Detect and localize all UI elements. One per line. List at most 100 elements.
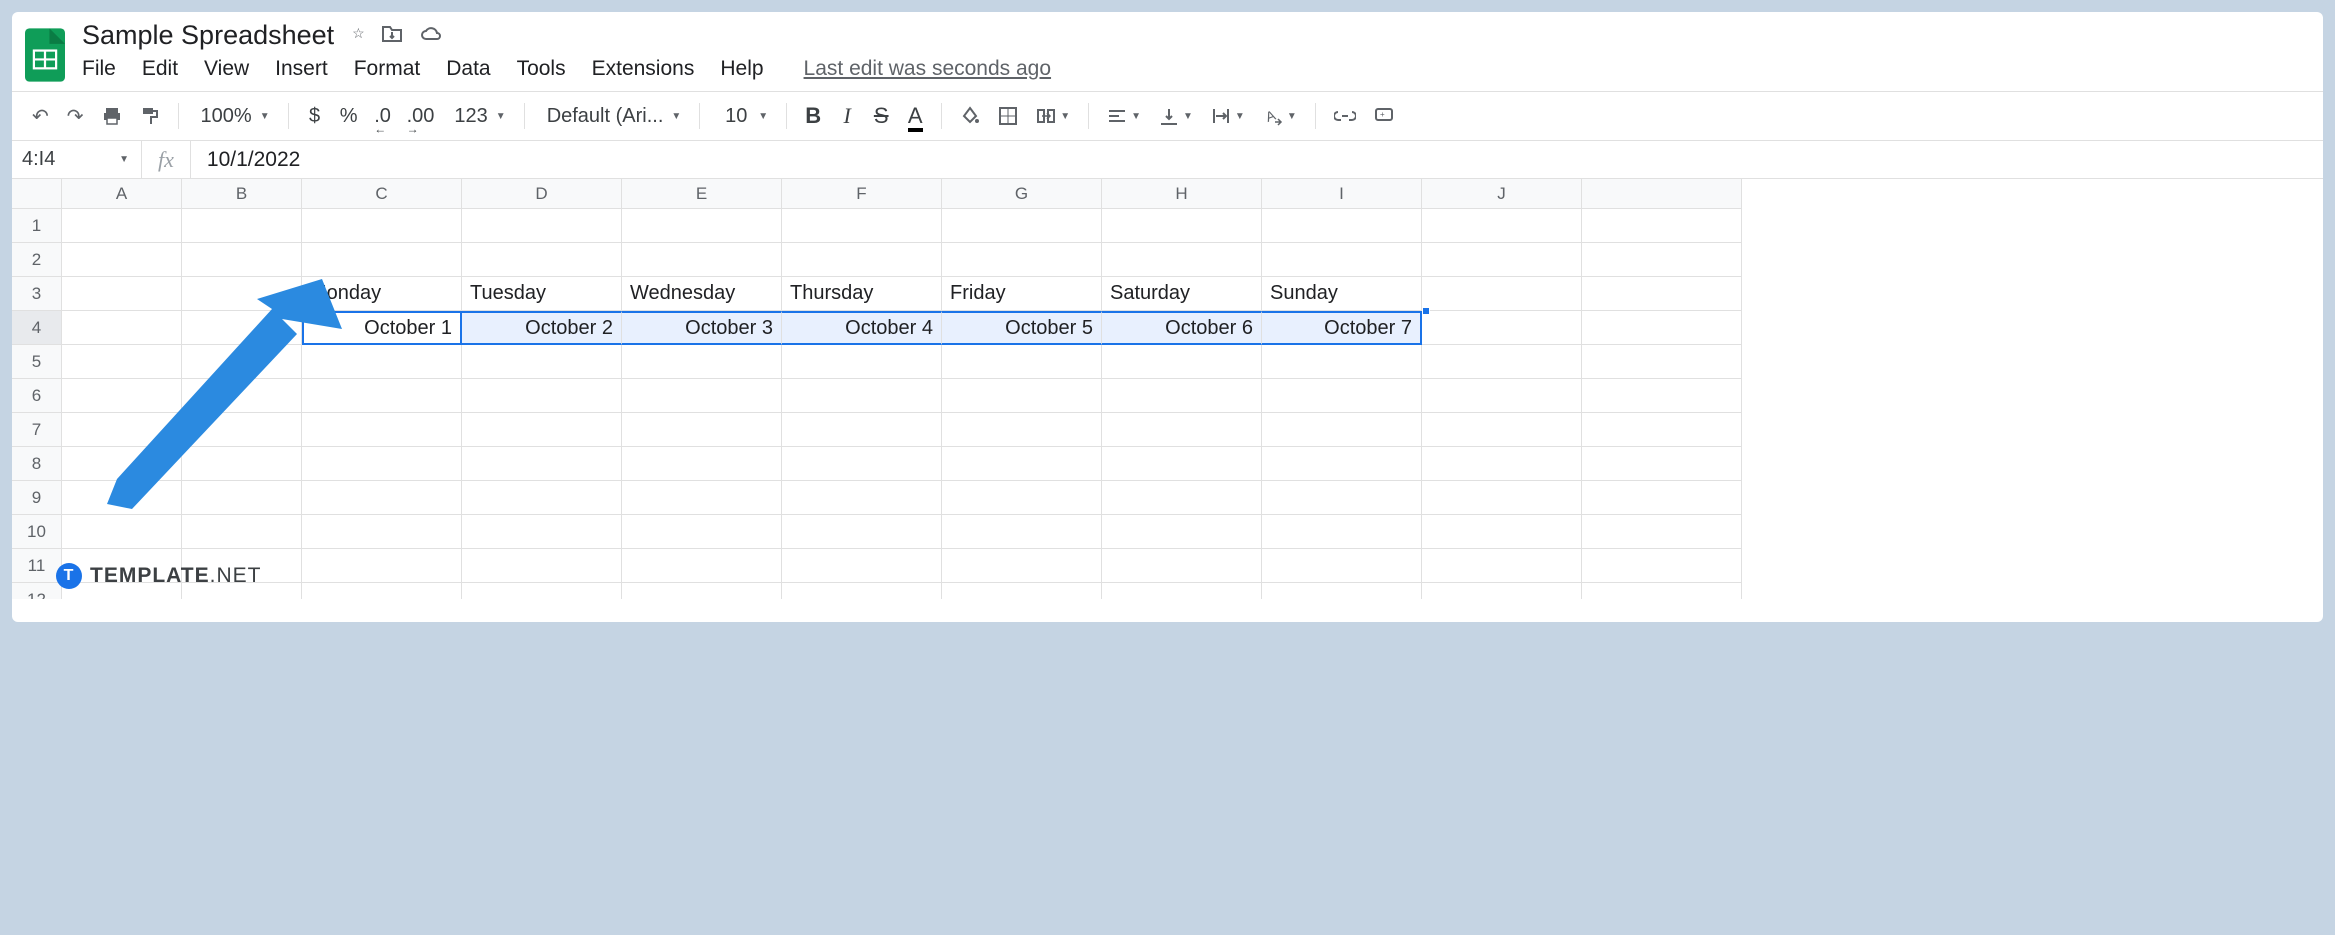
cell[interactable] xyxy=(622,515,782,549)
cell-g3[interactable]: Friday xyxy=(942,277,1102,311)
cell[interactable] xyxy=(782,515,942,549)
cell[interactable] xyxy=(182,447,302,481)
cell[interactable] xyxy=(302,481,462,515)
move-icon[interactable] xyxy=(381,25,403,46)
row-header-11[interactable]: 11 xyxy=(12,549,62,583)
cell[interactable] xyxy=(622,481,782,515)
cell[interactable] xyxy=(942,481,1102,515)
cell[interactable] xyxy=(1582,243,1742,277)
cell[interactable] xyxy=(942,549,1102,583)
cell[interactable] xyxy=(1582,277,1742,311)
paint-format-icon[interactable] xyxy=(134,100,166,132)
menu-file[interactable]: File xyxy=(82,57,116,81)
print-icon[interactable] xyxy=(96,100,128,132)
cell[interactable] xyxy=(782,243,942,277)
decrease-decimal-button[interactable]: .0← xyxy=(369,100,397,132)
col-header-b[interactable]: B xyxy=(182,179,302,209)
cell[interactable] xyxy=(1422,515,1582,549)
cell[interactable] xyxy=(182,277,302,311)
col-header-g[interactable]: G xyxy=(942,179,1102,209)
cell-i4[interactable]: October 7 xyxy=(1262,311,1422,345)
cell-f3[interactable]: Thursday xyxy=(782,277,942,311)
cell[interactable] xyxy=(182,243,302,277)
cell-c4-active[interactable]: October 1 xyxy=(302,311,462,345)
col-header-j[interactable]: J xyxy=(1422,179,1582,209)
cell[interactable] xyxy=(1102,345,1262,379)
col-header-i[interactable]: I xyxy=(1262,179,1422,209)
cell[interactable] xyxy=(1422,311,1582,345)
cell-e3[interactable]: Wednesday xyxy=(622,277,782,311)
formula-input[interactable]: 10/1/2022 xyxy=(191,148,2323,172)
cell[interactable] xyxy=(1582,413,1742,447)
col-header-e[interactable]: E xyxy=(622,179,782,209)
cell[interactable] xyxy=(942,379,1102,413)
cell[interactable] xyxy=(182,379,302,413)
borders-button[interactable] xyxy=(992,100,1024,132)
cell[interactable] xyxy=(622,413,782,447)
cell[interactable] xyxy=(62,379,182,413)
cell[interactable] xyxy=(1582,209,1742,243)
spreadsheet-grid[interactable]: A B C D E F G H I J 1 2 3 Monday Tuesday… xyxy=(12,179,2323,599)
row-header-3[interactable]: 3 xyxy=(12,277,62,311)
cell[interactable] xyxy=(942,447,1102,481)
cell[interactable] xyxy=(462,481,622,515)
cell-i3[interactable]: Sunday xyxy=(1262,277,1422,311)
cell[interactable] xyxy=(62,277,182,311)
cell[interactable] xyxy=(1262,549,1422,583)
row-header-8[interactable]: 8 xyxy=(12,447,62,481)
bold-button[interactable]: B xyxy=(799,100,827,132)
undo-icon[interactable]: ↶ xyxy=(26,100,55,132)
menu-view[interactable]: View xyxy=(204,57,249,81)
cell[interactable] xyxy=(182,481,302,515)
strikethrough-button[interactable]: S xyxy=(867,100,895,132)
cell[interactable] xyxy=(1262,481,1422,515)
cell[interactable] xyxy=(1102,243,1262,277)
cell[interactable] xyxy=(182,413,302,447)
cell[interactable] xyxy=(182,311,302,345)
cell[interactable] xyxy=(462,515,622,549)
row-header-7[interactable]: 7 xyxy=(12,413,62,447)
col-header-a[interactable]: A xyxy=(62,179,182,209)
cell[interactable] xyxy=(62,515,182,549)
cell[interactable] xyxy=(62,447,182,481)
cell[interactable] xyxy=(62,311,182,345)
cell[interactable] xyxy=(782,413,942,447)
cell[interactable] xyxy=(302,379,462,413)
cell[interactable] xyxy=(1102,379,1262,413)
cell[interactable] xyxy=(1102,515,1262,549)
cell[interactable] xyxy=(302,243,462,277)
document-title[interactable]: Sample Spreadsheet xyxy=(82,20,334,51)
cell[interactable] xyxy=(462,413,622,447)
cell[interactable] xyxy=(62,481,182,515)
col-header-d[interactable]: D xyxy=(462,179,622,209)
cell[interactable] xyxy=(462,209,622,243)
cell[interactable] xyxy=(462,345,622,379)
cell[interactable] xyxy=(942,413,1102,447)
insert-comment-icon[interactable]: + xyxy=(1368,100,1400,132)
cell[interactable] xyxy=(302,345,462,379)
cell[interactable] xyxy=(1422,209,1582,243)
cell[interactable] xyxy=(1422,243,1582,277)
name-box[interactable]: 4:I4▼ xyxy=(12,141,142,178)
cell[interactable] xyxy=(1422,549,1582,583)
merge-cells-dropdown[interactable]: ▼ xyxy=(1030,106,1076,126)
cell-c3[interactable]: Monday xyxy=(302,277,462,311)
cell[interactable] xyxy=(1422,413,1582,447)
cell[interactable] xyxy=(302,549,462,583)
cell[interactable] xyxy=(182,209,302,243)
cell[interactable] xyxy=(1422,379,1582,413)
text-wrap-dropdown[interactable]: ▼ xyxy=(1205,106,1251,126)
menu-format[interactable]: Format xyxy=(354,57,421,81)
fill-color-button[interactable] xyxy=(954,100,986,132)
cell[interactable] xyxy=(462,379,622,413)
cell[interactable] xyxy=(1262,413,1422,447)
cell[interactable] xyxy=(1102,447,1262,481)
cell[interactable] xyxy=(1422,447,1582,481)
col-header-h[interactable]: H xyxy=(1102,179,1262,209)
row-header-4[interactable]: 4 xyxy=(12,311,62,345)
cell[interactable] xyxy=(302,515,462,549)
font-size-dropdown[interactable]: 10▼ xyxy=(712,105,774,128)
star-icon[interactable]: ☆ xyxy=(352,25,365,46)
cell[interactable] xyxy=(622,345,782,379)
selection-fill-handle[interactable] xyxy=(1422,307,1430,315)
